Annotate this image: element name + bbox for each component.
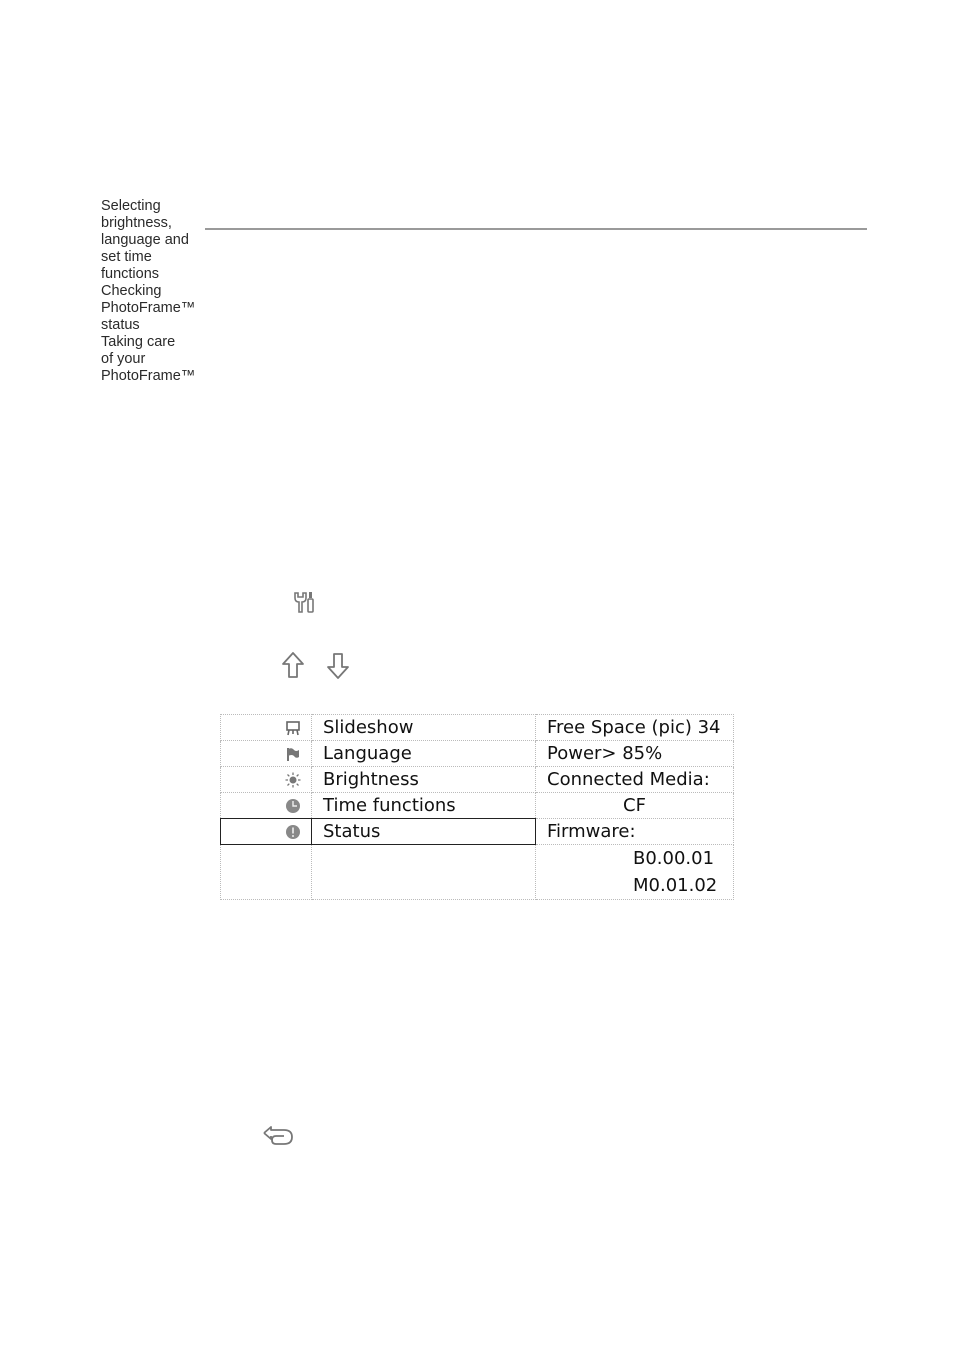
menu-label[interactable]: Status xyxy=(311,818,536,845)
status-value: Power> 85% xyxy=(535,740,734,767)
status-info-icon xyxy=(286,825,300,839)
menu-label[interactable]: Slideshow xyxy=(311,714,536,741)
menu-row[interactable]: Brightness Connected Media: xyxy=(220,766,734,793)
clock-icon xyxy=(286,799,300,813)
settings-tools-icon xyxy=(294,592,314,613)
toc-line[interactable]: functions xyxy=(101,266,201,283)
language-flag-icon xyxy=(287,748,299,761)
menu-row-selected[interactable]: Status Firmware: xyxy=(220,818,734,845)
toc-line[interactable]: Taking care xyxy=(101,334,201,351)
menu-label[interactable]: Language xyxy=(311,740,536,767)
status-menu-table: Slideshow Free Space (pic) 34 Language P… xyxy=(220,714,734,900)
firmware-versions: B0.00.01 M0.01.02 xyxy=(535,844,734,900)
toc-line[interactable]: Selecting xyxy=(101,198,201,215)
status-value: Connected Media: xyxy=(535,766,734,793)
toc-line[interactable]: PhotoFrame™ xyxy=(101,368,201,385)
slideshow-icon xyxy=(286,721,300,736)
menu-label[interactable]: Time functions xyxy=(311,792,536,819)
firmware-m-version: M0.01.02 xyxy=(633,875,718,896)
brightness-sun-icon xyxy=(285,772,301,788)
menu-row[interactable]: Language Power> 85% xyxy=(220,740,734,767)
back-return-icon xyxy=(263,1126,293,1145)
menu-row[interactable]: Time functions CF xyxy=(220,792,734,819)
menu-label[interactable]: Brightness xyxy=(311,766,536,793)
header-divider xyxy=(205,228,867,230)
toc-line[interactable]: brightness, xyxy=(101,215,201,232)
status-value: CF xyxy=(535,792,734,819)
sidebar-toc: Selecting brightness, language and set t… xyxy=(101,198,201,385)
toc-line[interactable]: language and xyxy=(101,232,201,249)
firmware-row: B0.00.01 M0.01.02 xyxy=(220,844,734,900)
toc-line[interactable]: PhotoFrame™ xyxy=(101,300,201,317)
status-value: Firmware: xyxy=(535,818,734,845)
arrow-up-icon xyxy=(282,652,304,678)
arrow-down-icon xyxy=(327,653,349,679)
toc-line[interactable]: Checking xyxy=(101,283,201,300)
toc-line[interactable]: status xyxy=(101,317,201,334)
toc-line[interactable]: set time xyxy=(101,249,201,266)
menu-row[interactable]: Slideshow Free Space (pic) 34 xyxy=(220,714,734,741)
firmware-b-version: B0.00.01 xyxy=(633,848,715,869)
status-value: Free Space (pic) 34 xyxy=(535,714,734,741)
toc-line[interactable]: of your xyxy=(101,351,201,368)
